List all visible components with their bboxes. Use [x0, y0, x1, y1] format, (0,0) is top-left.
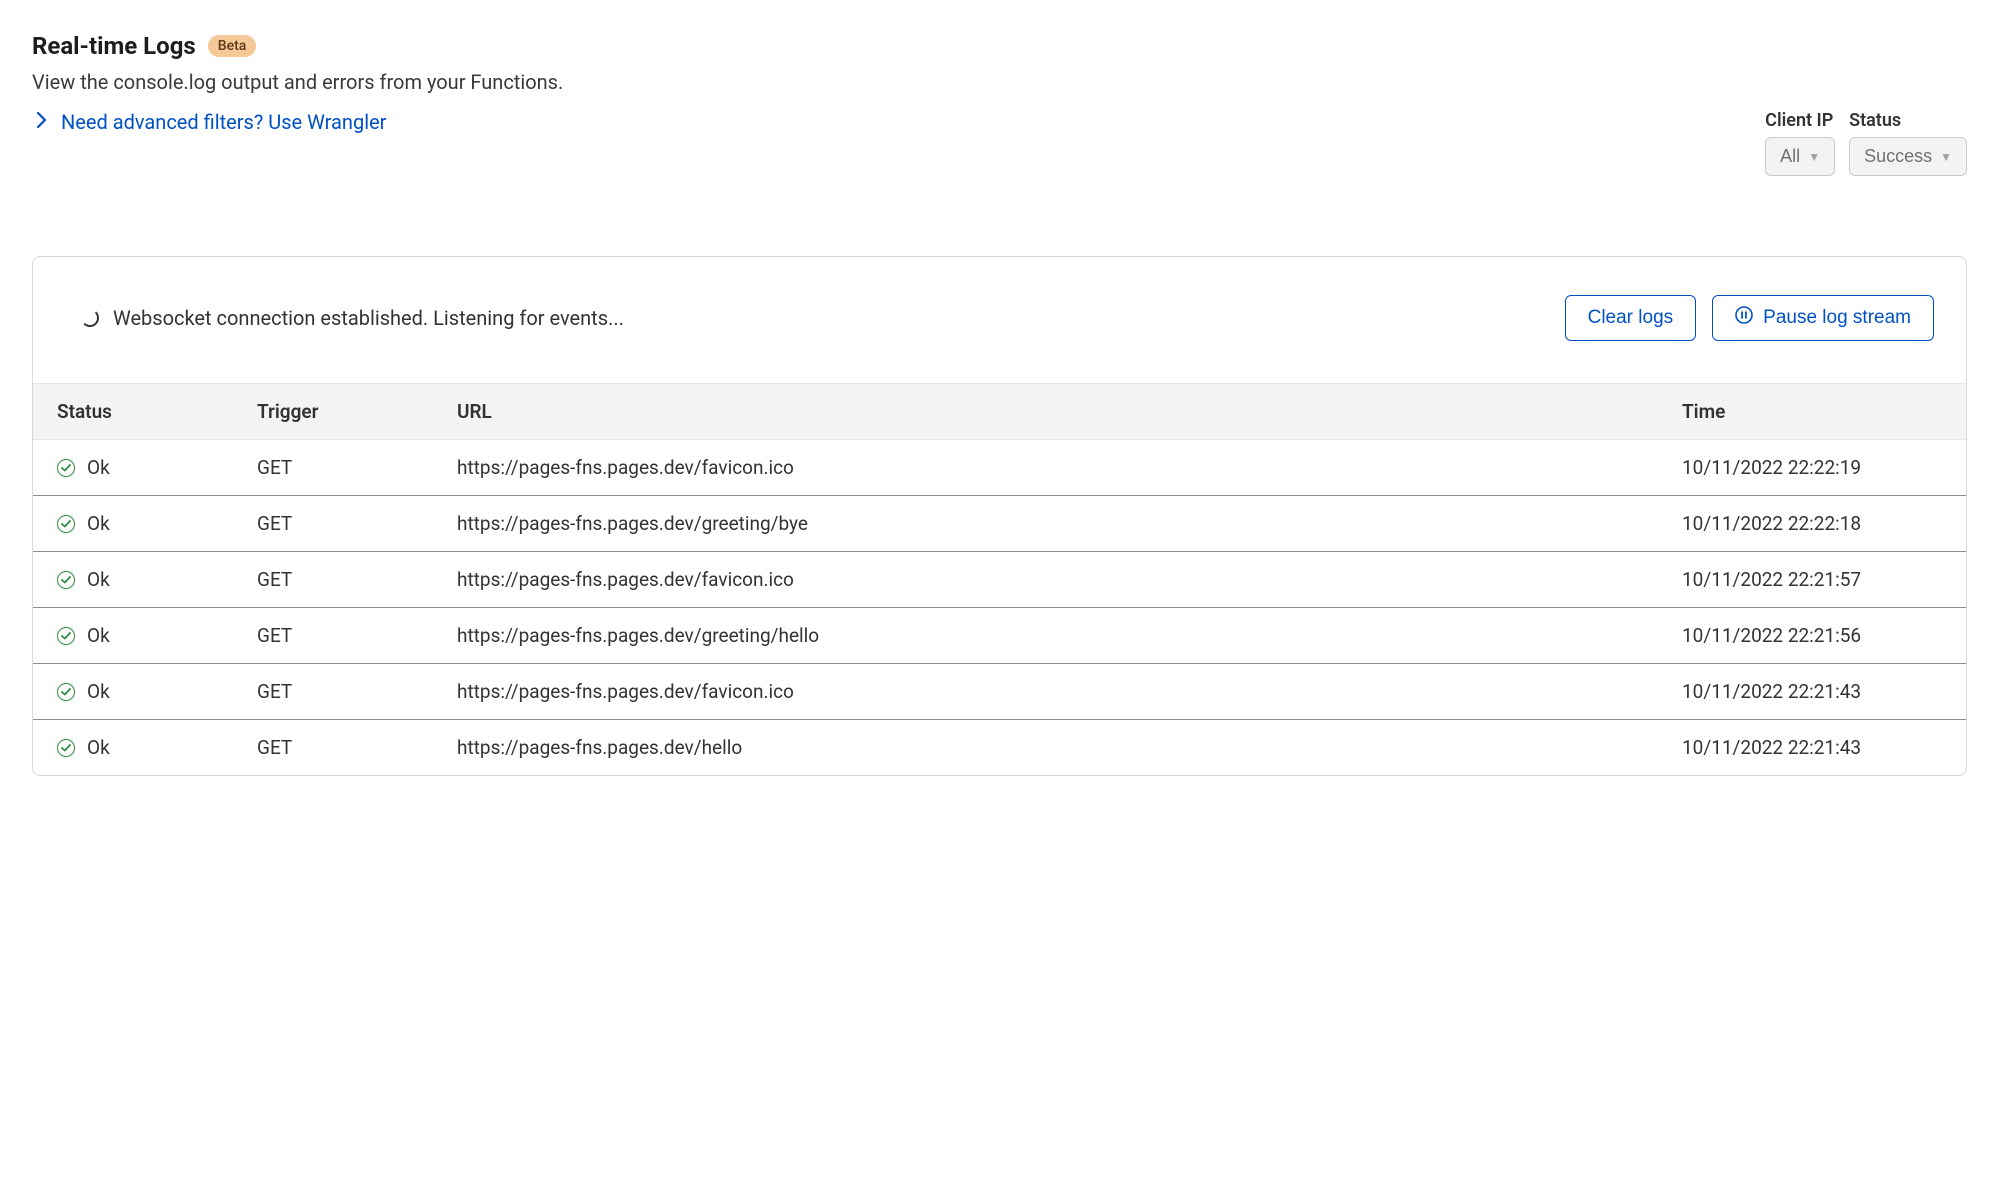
filters-group: Client IP All ▼ Status Success ▼ — [1765, 110, 1967, 176]
table-row[interactable]: Ok GET https://pages-fns.pages.dev/favic… — [33, 440, 1966, 496]
pause-log-stream-button[interactable]: Pause log stream — [1712, 295, 1934, 341]
spinner-icon — [81, 309, 99, 327]
row-time: 10/11/2022 22:22:18 — [1682, 512, 1942, 535]
beta-badge: Beta — [208, 35, 257, 57]
col-trigger: Trigger — [257, 400, 457, 423]
client-ip-filter-label: Client IP — [1765, 110, 1835, 131]
status-filter-value: Success — [1864, 146, 1932, 167]
row-status: Ok — [87, 624, 110, 647]
logs-panel: Websocket connection established. Listen… — [32, 256, 1967, 776]
pause-log-stream-label: Pause log stream — [1763, 307, 1911, 329]
chevron-right-icon — [36, 110, 47, 134]
row-time: 10/11/2022 22:21:43 — [1682, 736, 1942, 759]
page-subtitle: View the console.log output and errors f… — [32, 70, 1967, 94]
advanced-filters-link-label: Need advanced filters? Use Wrangler — [61, 110, 386, 134]
status-filter-label: Status — [1849, 110, 1967, 131]
chevron-down-icon: ▼ — [1808, 150, 1820, 164]
check-circle-icon — [57, 683, 75, 701]
row-status: Ok — [87, 568, 110, 591]
row-time: 10/11/2022 22:22:19 — [1682, 456, 1942, 479]
row-url: https://pages-fns.pages.dev/greeting/bye — [457, 512, 1682, 535]
table-row[interactable]: Ok GET https://pages-fns.pages.dev/favic… — [33, 552, 1966, 608]
col-status: Status — [57, 400, 257, 423]
row-trigger: GET — [257, 736, 457, 759]
table-row[interactable]: Ok GET https://pages-fns.pages.dev/hello… — [33, 720, 1966, 775]
client-ip-filter[interactable]: All ▼ — [1765, 137, 1835, 176]
row-status: Ok — [87, 736, 110, 759]
check-circle-icon — [57, 739, 75, 757]
table-row[interactable]: Ok GET https://pages-fns.pages.dev/favic… — [33, 664, 1966, 720]
col-time: Time — [1682, 400, 1942, 423]
row-url: https://pages-fns.pages.dev/favicon.ico — [457, 456, 1682, 479]
row-trigger: GET — [257, 624, 457, 647]
clear-logs-label: Clear logs — [1588, 307, 1674, 329]
status-filter[interactable]: Success ▼ — [1849, 137, 1967, 176]
check-circle-icon — [57, 627, 75, 645]
row-trigger: GET — [257, 680, 457, 703]
row-time: 10/11/2022 22:21:56 — [1682, 624, 1942, 647]
row-status: Ok — [87, 512, 110, 535]
row-url: https://pages-fns.pages.dev/favicon.ico — [457, 680, 1682, 703]
table-row[interactable]: Ok GET https://pages-fns.pages.dev/greet… — [33, 608, 1966, 664]
row-url: https://pages-fns.pages.dev/favicon.ico — [457, 568, 1682, 591]
check-circle-icon — [57, 459, 75, 477]
advanced-filters-link[interactable]: Need advanced filters? Use Wrangler — [32, 110, 386, 134]
row-trigger: GET — [257, 512, 457, 535]
table-header: Status Trigger URL Time — [33, 383, 1966, 440]
chevron-down-icon: ▼ — [1940, 150, 1952, 164]
table-row[interactable]: Ok GET https://pages-fns.pages.dev/greet… — [33, 496, 1966, 552]
check-circle-icon — [57, 515, 75, 533]
row-status: Ok — [87, 680, 110, 703]
row-url: https://pages-fns.pages.dev/greeting/hel… — [457, 624, 1682, 647]
row-status: Ok — [87, 456, 110, 479]
connection-status-text: Websocket connection established. Listen… — [113, 306, 624, 330]
row-time: 10/11/2022 22:21:57 — [1682, 568, 1942, 591]
row-time: 10/11/2022 22:21:43 — [1682, 680, 1942, 703]
page-title: Real-time Logs — [32, 32, 196, 60]
row-trigger: GET — [257, 568, 457, 591]
clear-logs-button[interactable]: Clear logs — [1565, 295, 1697, 341]
col-url: URL — [457, 400, 1682, 423]
row-trigger: GET — [257, 456, 457, 479]
pause-icon — [1735, 306, 1753, 330]
client-ip-filter-value: All — [1780, 146, 1800, 167]
check-circle-icon — [57, 571, 75, 589]
row-url: https://pages-fns.pages.dev/hello — [457, 736, 1682, 759]
